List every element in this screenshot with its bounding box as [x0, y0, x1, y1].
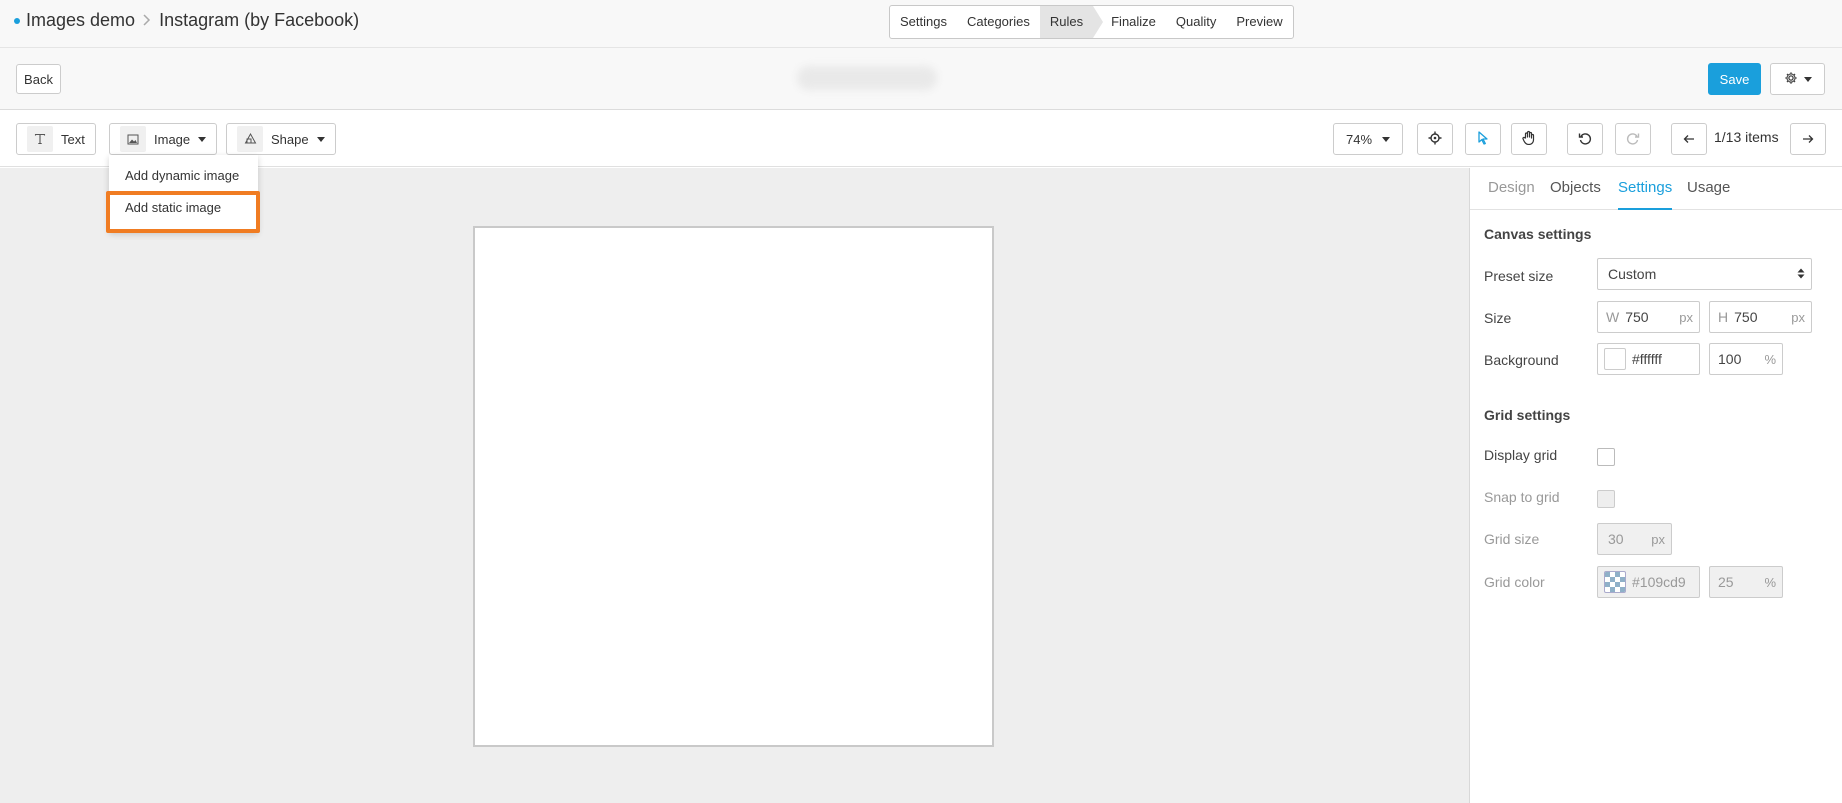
- redo-icon: [1626, 131, 1640, 148]
- arrow-right-icon: [1802, 132, 1814, 147]
- grid-color-swatch[interactable]: [1604, 571, 1626, 593]
- shape-icon: [237, 126, 263, 152]
- step-preview[interactable]: Preview: [1226, 6, 1292, 38]
- chevron-right-icon: [143, 13, 151, 29]
- top-bar: Images demo Instagram (by Facebook) Sett…: [0, 0, 1842, 48]
- height-unit: px: [1791, 309, 1805, 325]
- grid-color-value: #109cd9: [1632, 574, 1686, 590]
- tab-objects[interactable]: Objects: [1550, 179, 1601, 208]
- editor-toolbar: Text Image Shape 74% 1/13 items: [0, 111, 1842, 167]
- canvas-workspace[interactable]: [0, 168, 1469, 803]
- display-grid-checkbox[interactable]: [1597, 448, 1615, 466]
- gear-icon: [1784, 71, 1798, 88]
- grid-opacity-input[interactable]: 25 %: [1709, 566, 1783, 598]
- tab-usage[interactable]: Usage: [1687, 179, 1730, 208]
- text-icon: [27, 126, 53, 152]
- snap-to-grid-label: Snap to grid: [1484, 489, 1560, 505]
- back-button[interactable]: Back: [16, 64, 61, 94]
- pan-tool-button[interactable]: [1511, 123, 1547, 155]
- step-settings[interactable]: Settings: [890, 6, 957, 38]
- redo-button[interactable]: [1615, 123, 1651, 155]
- height-input[interactable]: H 750 px: [1709, 301, 1812, 333]
- add-image-button[interactable]: Image: [109, 123, 218, 155]
- image-button-label: Image: [154, 131, 191, 147]
- breadcrumb-project[interactable]: Images demo: [26, 10, 135, 31]
- image-icon: [120, 126, 146, 152]
- item-counter: 1/13 items: [1714, 129, 1779, 145]
- caret-down-icon: [1382, 136, 1391, 142]
- zoom-value: 74%: [1345, 131, 1373, 147]
- grid-opacity-unit: %: [1764, 574, 1776, 590]
- step-finalize[interactable]: Finalize: [1093, 6, 1166, 38]
- save-button[interactable]: Save: [1708, 63, 1761, 95]
- step-categories[interactable]: Categories: [957, 6, 1040, 38]
- background-opacity-unit: %: [1764, 351, 1776, 367]
- caret-down-icon: [198, 136, 207, 142]
- grid-opacity-value: 25: [1718, 574, 1734, 590]
- settings-menu-button[interactable]: [1770, 63, 1825, 95]
- grid-size-label: Grid size: [1484, 531, 1540, 547]
- blurred-title: [797, 66, 937, 90]
- grid-color-input[interactable]: #109cd9: [1597, 566, 1700, 598]
- hand-icon: [1522, 130, 1536, 148]
- artboard[interactable]: [473, 226, 994, 747]
- background-color-swatch[interactable]: [1604, 348, 1626, 370]
- caret-down-icon: [1803, 76, 1812, 82]
- properties-panel: Design Objects Settings Usage Canvas set…: [1469, 168, 1842, 803]
- pointer-icon: [1477, 130, 1489, 148]
- size-label: Size: [1484, 310, 1512, 326]
- sort-arrows-icon: [1797, 267, 1805, 283]
- step-quality[interactable]: Quality: [1166, 6, 1226, 38]
- tab-settings[interactable]: Settings: [1618, 179, 1673, 210]
- status-dot: [14, 17, 20, 24]
- arrow-left-icon: [1683, 132, 1695, 147]
- step-rules[interactable]: Rules: [1039, 6, 1104, 38]
- image-dropdown-menu: Add dynamic image Add static image: [109, 155, 258, 232]
- preset-size-value: Custom: [1608, 266, 1657, 282]
- grid-size-input[interactable]: 30 px: [1597, 523, 1672, 555]
- caret-down-icon: [316, 136, 325, 142]
- action-bar: Back Save: [0, 48, 1842, 110]
- background-color-value: #ffffff: [1632, 351, 1662, 367]
- panel-tabs: Design Objects Settings Usage: [1470, 168, 1842, 210]
- breadcrumb-channel: Instagram (by Facebook): [159, 10, 360, 30]
- width-input[interactable]: W 750 px: [1597, 301, 1700, 333]
- background-opacity-input[interactable]: 100 %: [1709, 343, 1783, 375]
- preset-size-select[interactable]: Custom: [1597, 258, 1812, 290]
- shape-button-label: Shape: [271, 131, 309, 147]
- crosshair-icon: [1428, 131, 1442, 148]
- width-unit: px: [1679, 309, 1693, 325]
- center-canvas-button[interactable]: [1417, 123, 1453, 155]
- zoom-select[interactable]: 74%: [1333, 123, 1403, 155]
- menu-item-add-dynamic-image[interactable]: Add dynamic image: [125, 168, 239, 183]
- previous-item-button[interactable]: [1671, 123, 1707, 155]
- breadcrumb: Images demo Instagram (by Facebook): [14, 10, 359, 31]
- display-grid-label: Display grid: [1484, 447, 1558, 463]
- canvas-settings-heading: Canvas settings: [1484, 226, 1592, 242]
- background-opacity-value: 100: [1718, 351, 1742, 367]
- undo-icon: [1578, 131, 1592, 148]
- undo-button[interactable]: [1567, 123, 1603, 155]
- height-prefix: H: [1718, 309, 1729, 325]
- preset-size-label: Preset size: [1484, 268, 1554, 284]
- select-tool-button[interactable]: [1465, 123, 1501, 155]
- background-color-input[interactable]: #ffffff: [1597, 343, 1700, 375]
- grid-size-value: 30: [1608, 531, 1624, 547]
- background-label: Background: [1484, 352, 1559, 368]
- add-shape-button[interactable]: Shape: [226, 123, 336, 155]
- add-text-button[interactable]: Text: [16, 123, 96, 155]
- grid-color-label: Grid color: [1484, 574, 1545, 590]
- height-value: 750: [1734, 309, 1758, 325]
- text-button-label: Text: [61, 131, 85, 147]
- grid-settings-heading: Grid settings: [1484, 407, 1571, 423]
- width-value: 750: [1625, 309, 1649, 325]
- tab-design[interactable]: Design: [1488, 179, 1535, 208]
- menu-item-add-static-image[interactable]: Add static image: [125, 200, 221, 215]
- next-item-button[interactable]: [1790, 123, 1826, 155]
- grid-size-unit: px: [1651, 531, 1665, 547]
- width-prefix: W: [1606, 309, 1620, 325]
- snap-to-grid-checkbox[interactable]: [1597, 490, 1615, 508]
- step-navigation: Settings Categories Rules Finalize Quali…: [889, 5, 1294, 39]
